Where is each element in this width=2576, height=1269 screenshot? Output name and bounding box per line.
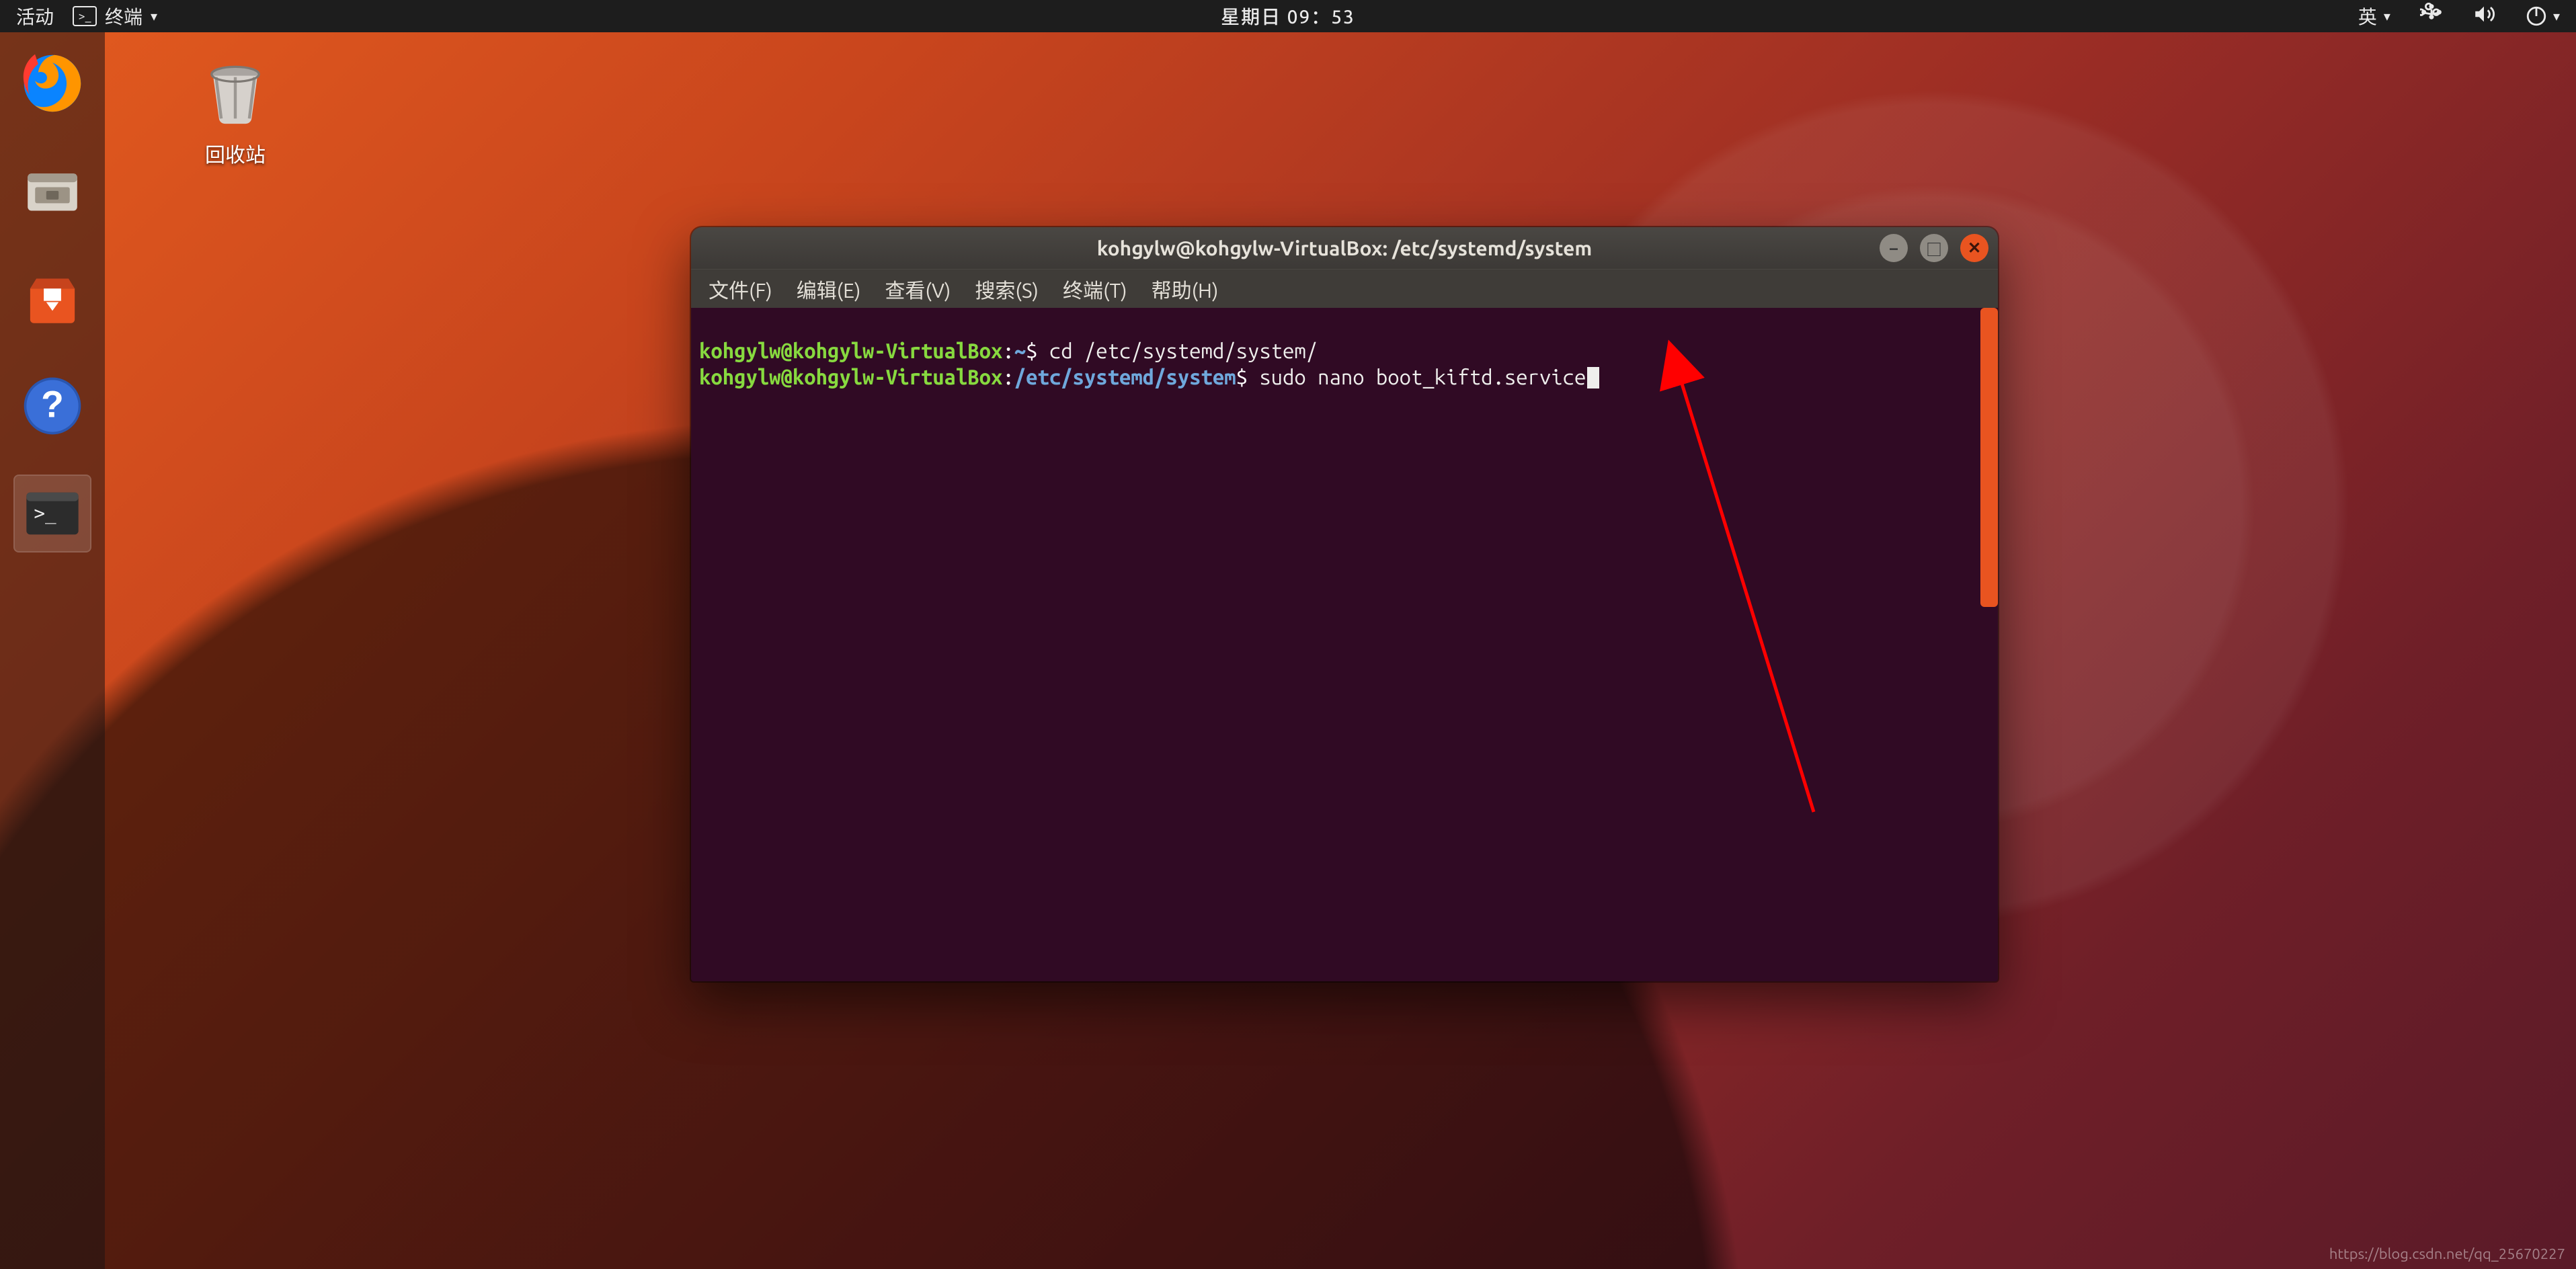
close-button[interactable]: ✕ bbox=[1960, 234, 1988, 262]
prompt-path: ~ bbox=[1014, 339, 1026, 362]
dock-item-firefox[interactable] bbox=[13, 44, 91, 122]
prompt-sign: $ bbox=[1236, 365, 1248, 388]
top-panel: 活动 >_ 终端 ▾ 星期日 09：53 英 ▾ ▾ bbox=[0, 0, 2576, 32]
menu-terminal[interactable]: 终端(T) bbox=[1063, 274, 1127, 304]
prompt-path: /etc/systemd/system bbox=[1014, 365, 1236, 388]
menu-search[interactable]: 搜索(S) bbox=[975, 274, 1039, 304]
power-menu[interactable]: ▾ bbox=[2525, 5, 2560, 28]
prompt-sep: : bbox=[1002, 365, 1014, 388]
chevron-down-icon: ▾ bbox=[2384, 8, 2390, 24]
prompt-user: kohgylw@kohgylw-VirtualBox bbox=[699, 339, 1002, 362]
terminal-icon: >_ bbox=[22, 483, 83, 544]
terminal-window: kohgylw@kohgylw-VirtualBox: /etc/systemd… bbox=[691, 227, 1998, 981]
command-text: cd /etc/systemd/system/ bbox=[1037, 339, 1318, 362]
svg-text:?: ? bbox=[41, 384, 64, 425]
app-menu[interactable]: >_ 终端 ▾ bbox=[73, 3, 157, 30]
desktop-trash-label: 回收站 bbox=[205, 138, 266, 168]
chevron-down-icon: ▾ bbox=[2553, 8, 2560, 24]
cursor bbox=[1587, 367, 1599, 388]
files-icon bbox=[22, 160, 83, 222]
app-menu-label: 终端 bbox=[105, 3, 143, 30]
desktop-trash[interactable]: 回收站 bbox=[168, 56, 303, 168]
menu-edit[interactable]: 编辑(E) bbox=[797, 274, 861, 304]
dock-item-help[interactable]: ? bbox=[13, 367, 91, 445]
prompt-user: kohgylw@kohgylw-VirtualBox bbox=[699, 365, 1002, 388]
clock[interactable]: 星期日 09：53 bbox=[1221, 3, 1355, 30]
prompt-sign: $ bbox=[1026, 339, 1037, 362]
chevron-down-icon: ▾ bbox=[151, 8, 157, 24]
volume-icon[interactable] bbox=[2472, 3, 2495, 30]
software-icon bbox=[22, 268, 83, 329]
prompt-sep: : bbox=[1002, 339, 1014, 362]
maximize-button[interactable]: □ bbox=[1920, 234, 1948, 262]
terminal-body[interactable]: kohgylw@kohgylw-VirtualBox:~$ cd /etc/sy… bbox=[691, 308, 1998, 981]
window-title: kohgylw@kohgylw-VirtualBox: /etc/systemd… bbox=[1097, 237, 1593, 259]
dock-item-terminal[interactable]: >_ bbox=[13, 475, 91, 552]
titlebar[interactable]: kohgylw@kohgylw-VirtualBox: /etc/systemd… bbox=[691, 227, 1998, 269]
svg-text:>_: >_ bbox=[34, 502, 56, 525]
help-icon: ? bbox=[22, 375, 83, 437]
menu-view[interactable]: 查看(V) bbox=[885, 274, 951, 304]
scrollbar[interactable] bbox=[1980, 308, 1998, 607]
network-icon[interactable] bbox=[2420, 3, 2443, 30]
command-text: sudo nano boot_kiftd.service bbox=[1248, 365, 1586, 388]
menu-file[interactable]: 文件(F) bbox=[709, 274, 772, 304]
dock: ? >_ bbox=[0, 32, 105, 1269]
ime-indicator[interactable]: 英 ▾ bbox=[2358, 3, 2390, 30]
activities-button[interactable]: 活动 bbox=[16, 3, 54, 30]
dock-item-software[interactable] bbox=[13, 259, 91, 337]
menu-help[interactable]: 帮助(H) bbox=[1152, 274, 1219, 304]
dock-item-files[interactable] bbox=[13, 152, 91, 230]
ime-label: 英 bbox=[2358, 3, 2377, 30]
minimize-button[interactable]: – bbox=[1880, 234, 1908, 262]
watermark: https://blog.csdn.net/qq_25670227 bbox=[2329, 1245, 2565, 1262]
terminal-icon: >_ bbox=[73, 6, 97, 26]
menubar: 文件(F) 编辑(E) 查看(V) 搜索(S) 终端(T) 帮助(H) bbox=[691, 269, 1998, 308]
firefox-icon bbox=[20, 51, 85, 116]
trash-icon bbox=[198, 56, 272, 130]
